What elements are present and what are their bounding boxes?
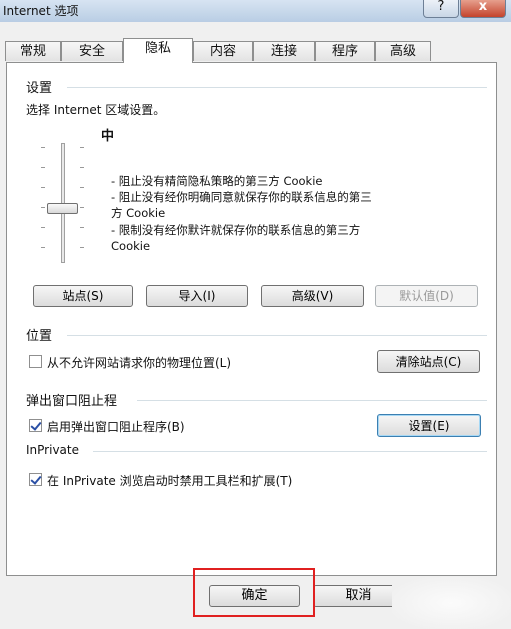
slider-tick xyxy=(41,207,45,208)
location-checkbox-label[interactable]: 从不允许网站请求你的物理位置(L) xyxy=(47,354,231,371)
cancel-button[interactable]: 取消 xyxy=(313,585,404,607)
close-button[interactable]: x xyxy=(460,0,506,18)
help-button[interactable]: ? xyxy=(423,0,459,18)
settings-group-title: 设置 xyxy=(26,81,53,96)
advanced-button[interactable]: 高级(V) xyxy=(261,285,364,307)
popup-divider xyxy=(137,400,487,401)
location-checkbox[interactable] xyxy=(29,355,42,368)
privacy-level-title: 中 xyxy=(101,129,115,144)
tab-content[interactable]: 内容 xyxy=(193,41,253,61)
slider-tick xyxy=(80,167,84,168)
tab-privacy[interactable]: 隐私 xyxy=(123,38,193,63)
privacy-desc-line1: - 阻止没有精简隐私策略的第三方 Cookie xyxy=(111,174,323,188)
slider-tick xyxy=(80,227,84,228)
settings-divider xyxy=(67,87,487,88)
window-title: Internet 选项 xyxy=(3,4,79,18)
privacy-desc-line5: Cookie xyxy=(111,239,151,253)
slider-tick xyxy=(80,147,84,148)
privacy-desc-line2: - 阻止没有经你明确同意就保存你的联系信息的第三 xyxy=(111,190,372,204)
settings-instruction: 选择 Internet 区域设置。 xyxy=(26,103,166,117)
slider-tick xyxy=(80,187,84,188)
default-button: 默认值(D) xyxy=(375,285,478,307)
tab-general[interactable]: 常规 xyxy=(5,41,61,61)
slider-tick xyxy=(41,147,45,148)
popup-checkbox-label[interactable]: 启用弹出窗口阻止程序(B) xyxy=(47,418,185,435)
tab-advanced[interactable]: 高级 xyxy=(375,41,431,61)
slider-tick xyxy=(41,247,45,248)
slider-tick xyxy=(41,187,45,188)
privacy-desc-line4: - 限制没有经你默许就保存你的联系信息的第三方 xyxy=(111,223,361,237)
location-divider xyxy=(67,335,487,336)
slider-tick xyxy=(80,247,84,248)
slider-tick xyxy=(41,167,45,168)
close-icon: x xyxy=(478,0,488,14)
slider-tick xyxy=(41,227,45,228)
tab-programs[interactable]: 程序 xyxy=(315,41,375,61)
import-button[interactable]: 导入(I) xyxy=(146,285,248,307)
slider-thumb[interactable] xyxy=(47,203,78,214)
privacy-panel: 设置 选择 Internet 区域设置。 中 - 阻止没有精简隐私策略的第三方 … xyxy=(6,62,497,576)
popup-checkbox[interactable] xyxy=(29,419,42,432)
title-bar: Internet 选项 ? x xyxy=(0,0,511,23)
help-icon: ? xyxy=(437,0,445,14)
inprivate-checkbox[interactable] xyxy=(29,473,42,486)
ok-button-highlight xyxy=(193,568,315,617)
inprivate-checkbox-label[interactable]: 在 InPrivate 浏览启动时禁用工具栏和扩展(T) xyxy=(47,472,292,489)
inprivate-divider xyxy=(93,451,487,452)
watermark-blur xyxy=(392,577,511,629)
tab-security[interactable]: 安全 xyxy=(61,41,123,61)
dialog-body: 常规 安全 隐私 内容 连接 程序 高级 设置 选择 Internet 区域设置… xyxy=(0,22,511,629)
clear-sites-button[interactable]: 清除站点(C) xyxy=(377,350,480,373)
inprivate-group-title: InPrivate xyxy=(26,443,79,457)
slider-tick xyxy=(80,207,84,208)
popup-group-title: 弹出窗口阻止程 xyxy=(26,394,118,409)
location-group-title: 位置 xyxy=(26,329,53,344)
tab-connections[interactable]: 连接 xyxy=(253,41,315,61)
privacy-desc-line3: 方 Cookie xyxy=(111,206,166,220)
popup-settings-button[interactable]: 设置(E) xyxy=(377,414,481,437)
sites-button[interactable]: 站点(S) xyxy=(33,285,133,307)
